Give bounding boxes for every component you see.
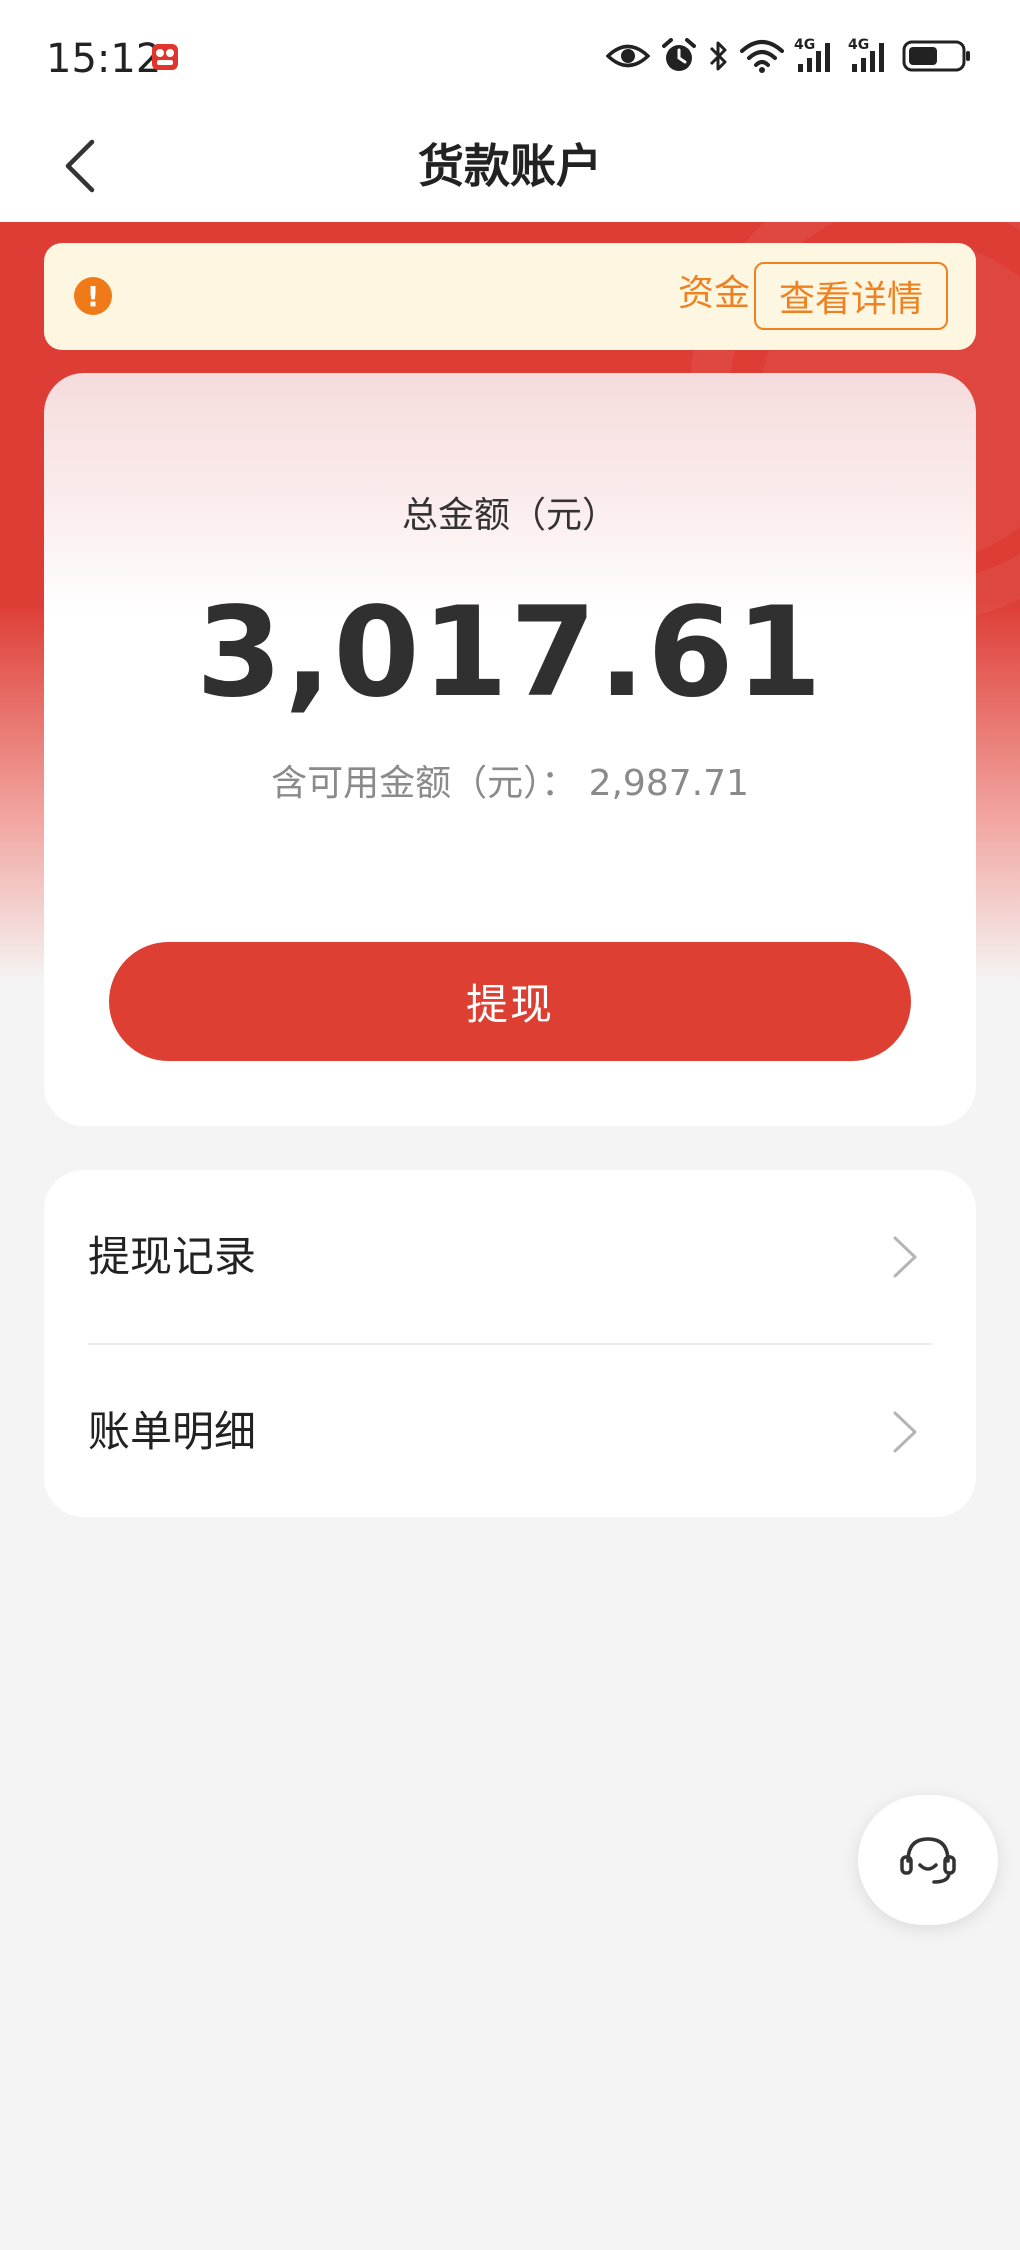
notice-banner[interactable]: ! 资金 查看详情 — [44, 243, 976, 350]
headset-icon — [900, 1837, 956, 1884]
notification-app-icon — [150, 42, 180, 72]
signal-4g-1: 4G — [794, 38, 838, 74]
exclamation-icon: ! — [74, 277, 112, 315]
total-amount-value: 3,017.61 — [196, 581, 824, 725]
withdraw-button[interactable]: 提现 — [109, 942, 911, 1061]
page-title: 货款账户 — [418, 139, 602, 193]
eye-icon — [606, 44, 650, 68]
signal-icon — [852, 43, 884, 72]
wifi-icon — [740, 40, 784, 73]
status-icons: 4G 4G — [606, 36, 972, 76]
list-item-bill-details[interactable]: 账单明细 — [44, 1345, 976, 1517]
available-amount-value: 2,987.71 — [588, 763, 749, 804]
status-bar: 15:12 4G 4G — [0, 0, 1020, 110]
menu-list: 提现记录 账单明细 — [44, 1170, 976, 1517]
battery-icon — [902, 40, 970, 72]
status-time: 15:12 — [46, 36, 162, 82]
list-item-label: 提现记录 — [88, 1232, 257, 1281]
signal-4g-2: 4G — [848, 38, 892, 74]
nav-bar: 货款账户 — [0, 110, 1020, 222]
available-amount: 含可用金额（元）： 2,987.71 — [44, 759, 976, 809]
view-details-button[interactable]: 查看详情 — [754, 262, 948, 330]
balance-card: 总金额（元） 3,017.61 含可用金额（元）： 2,987.71 提现 — [44, 373, 976, 1126]
customer-service-button[interactable] — [858, 1795, 998, 1925]
bluetooth-icon — [709, 41, 727, 71]
chevron-right-icon — [893, 1411, 917, 1453]
available-amount-label: 含可用金额（元）： — [271, 763, 578, 804]
signal-icon — [798, 43, 830, 72]
list-item-label: 账单明细 — [88, 1407, 257, 1456]
total-amount-label: 总金额（元） — [401, 495, 618, 536]
list-item-withdraw-records[interactable]: 提现记录 — [44, 1170, 976, 1343]
chevron-right-icon — [893, 1236, 917, 1278]
alarm-icon — [662, 38, 696, 71]
